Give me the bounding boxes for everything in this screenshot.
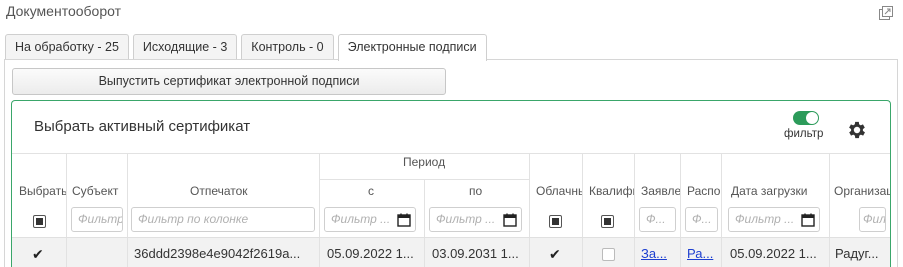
col-order-header: Распоряжение Ф... bbox=[681, 153, 722, 237]
tab-control[interactable]: Контроль - 0 bbox=[241, 34, 334, 59]
tab-electronic-signatures[interactable]: Электронные подписи bbox=[337, 34, 487, 61]
col-subject-header: Субъект Фильтр bbox=[67, 153, 128, 237]
row-subject-cell bbox=[67, 238, 128, 267]
col-period-label: Период bbox=[403, 155, 446, 169]
calendar-icon[interactable] bbox=[397, 213, 411, 227]
row-order-link[interactable]: Ра... bbox=[687, 238, 721, 267]
subject-filter-input[interactable]: Фильтр bbox=[71, 207, 123, 232]
col-thumbprint-header: Отпечаток Фильтр по колонке bbox=[128, 153, 320, 237]
issue-certificate-button[interactable]: Выпустить сертификат электронной подписи bbox=[12, 68, 446, 95]
row-upload-date-cell: 05.09.2022 1... bbox=[722, 238, 830, 267]
tab-incoming[interactable]: На обработку - 25 bbox=[5, 34, 129, 59]
row-order-cell: Ра... bbox=[681, 238, 722, 267]
row-application-cell: За... bbox=[635, 238, 681, 267]
row-thumbprint-cell: 36ddd2398e4e9042f2619a... bbox=[128, 238, 320, 267]
col-order-label: Распоряжение bbox=[687, 184, 721, 198]
col-qualified-header: Квалифицированный bbox=[583, 153, 635, 237]
col-to-header: по Фильтр ... bbox=[425, 179, 530, 237]
col-cloud-header: Облачный bbox=[530, 153, 583, 237]
filter-toggle-label: фильтр bbox=[784, 128, 824, 140]
toggle-knob bbox=[806, 112, 818, 124]
col-from-header: с Фильтр ... bbox=[320, 179, 425, 237]
col-period-group-header: Период bbox=[320, 153, 530, 179]
col-thumbprint-label: Отпечаток bbox=[190, 184, 248, 198]
expand-window-icon[interactable] bbox=[878, 5, 894, 21]
row-cloud-cell: ✔ bbox=[530, 238, 583, 267]
row-application-link[interactable]: За... bbox=[641, 238, 680, 267]
table-row[interactable]: ✔ 36ddd2398e4e9042f2619a... 05.09.2022 1… bbox=[12, 237, 890, 267]
organization-filter-input[interactable]: Фил... bbox=[859, 207, 886, 232]
upload-date-filter-input[interactable]: Фильтр ... bbox=[728, 207, 820, 232]
row-organization-cell: Радуг... bbox=[830, 238, 890, 267]
col-cloud-label: Облачный bbox=[536, 184, 582, 198]
col-application-label: Заявление bbox=[641, 184, 680, 198]
row-select-checkmark[interactable]: ✔ bbox=[32, 247, 44, 261]
from-filter-placeholder: Фильтр ... bbox=[331, 212, 391, 226]
from-filter-input[interactable]: Фильтр ... bbox=[324, 207, 416, 232]
col-select-label: Выбрать bbox=[19, 184, 67, 198]
thumbprint-filter-input[interactable]: Фильтр по колонке bbox=[131, 207, 315, 232]
calendar-icon[interactable] bbox=[801, 213, 815, 227]
cloud-filter-checkbox[interactable] bbox=[549, 215, 562, 228]
tab-bar: На обработку - 25 Исходящие - 3 Контроль… bbox=[5, 34, 491, 61]
calendar-icon[interactable] bbox=[503, 213, 517, 227]
gear-icon[interactable] bbox=[846, 119, 868, 141]
select-all-checkbox[interactable] bbox=[33, 215, 46, 228]
col-organization-header: Организация Фил... bbox=[830, 153, 890, 237]
row-cloud-checkmark: ✔ bbox=[549, 247, 561, 261]
to-filter-placeholder: Фильтр ... bbox=[436, 212, 496, 226]
tab-outgoing[interactable]: Исходящие - 3 bbox=[132, 34, 238, 59]
col-organization-label: Организация bbox=[834, 184, 890, 198]
row-organization-value: Радуг... bbox=[835, 246, 879, 261]
row-to-cell: 03.09.2031 1... bbox=[425, 238, 530, 267]
col-qualified-label: Квалифицированный bbox=[589, 184, 634, 198]
row-upload-date-value: 05.09.2022 1... bbox=[730, 246, 817, 261]
upload-date-filter-placeholder: Фильтр ... bbox=[735, 212, 795, 226]
row-qualified-cell bbox=[583, 238, 635, 267]
to-filter-input[interactable]: Фильтр ... bbox=[429, 207, 522, 232]
certificate-card: Выбрать активный сертификат фильтр Выбра… bbox=[11, 100, 891, 267]
col-to-label: по bbox=[469, 184, 483, 198]
col-application-header: Заявление Ф... bbox=[635, 153, 681, 237]
qualified-filter-checkbox[interactable] bbox=[601, 215, 614, 228]
col-from-label: с bbox=[368, 184, 374, 198]
card-title: Выбрать активный сертификат bbox=[34, 118, 251, 135]
row-select-cell: ✔ bbox=[12, 238, 67, 267]
row-to-value: 03.09.2031 1... bbox=[432, 246, 519, 261]
col-upload-date-header: Дата загрузки Фильтр ... bbox=[722, 153, 830, 237]
col-upload-date-label: Дата загрузки bbox=[731, 184, 808, 198]
row-qualified-checkbox bbox=[602, 248, 615, 261]
certificates-grid: Выбрать Субъект Фильтр Отпечаток Фильтр … bbox=[12, 153, 890, 267]
row-from-cell: 05.09.2022 1... bbox=[320, 238, 425, 267]
row-thumbprint-value: 36ddd2398e4e9042f2619a... bbox=[134, 246, 301, 261]
col-subject-label: Субъект bbox=[72, 184, 119, 198]
filter-toggle[interactable] bbox=[793, 111, 819, 125]
row-from-value: 05.09.2022 1... bbox=[327, 246, 414, 261]
col-select-header: Выбрать bbox=[12, 153, 67, 237]
app-title: Документооборот bbox=[6, 3, 122, 19]
order-filter-input[interactable]: Ф... bbox=[685, 207, 718, 232]
application-filter-input[interactable]: Ф... bbox=[639, 207, 676, 232]
